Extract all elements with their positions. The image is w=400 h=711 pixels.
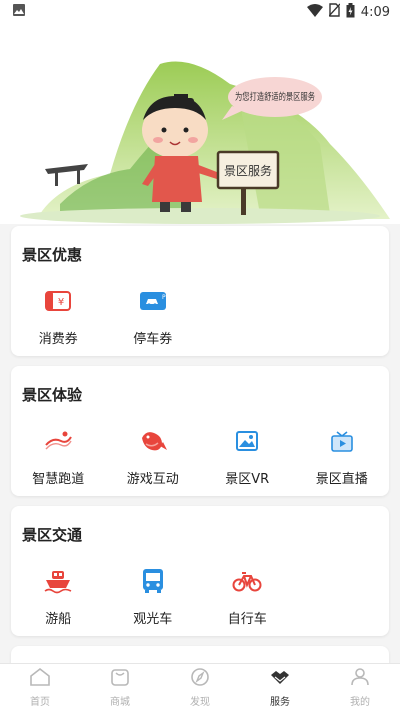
game-koi-icon <box>138 426 168 456</box>
game-interaction-button[interactable]: 游戏互动 <box>106 426 201 487</box>
tab-home[interactable]: 首页 <box>0 664 80 711</box>
svg-text:P: P <box>162 294 166 301</box>
bus-icon <box>138 566 168 596</box>
transport-card: 景区交通 游船 观光车 自行车 <box>11 506 389 636</box>
tile-label: 自行车 <box>227 612 267 627</box>
bicycle-icon <box>232 566 262 596</box>
no-sim-icon <box>328 3 341 21</box>
tab-discover[interactable]: 发现 <box>160 664 240 711</box>
discounts-card: 景区优惠 ¥ 消费券 P 停车券 <box>11 226 389 356</box>
scenic-service-banner: 为您打造舒适的景区服务 景区服务 <box>0 24 400 224</box>
tile-label: 游戏互动 <box>126 472 179 487</box>
compass-icon <box>189 667 211 691</box>
tab-label: 商城 <box>110 697 130 708</box>
tab-shop[interactable]: 商城 <box>80 664 160 711</box>
section-title: 景区优惠 <box>22 246 83 264</box>
running-track-button[interactable]: 智慧跑道 <box>11 426 106 487</box>
tile-label: 智慧跑道 <box>32 472 85 487</box>
tile-label: 景区直播 <box>315 472 368 487</box>
tab-label: 服务 <box>270 697 290 708</box>
scenic-live-button[interactable]: 景区直播 <box>295 426 390 487</box>
experience-card: 景区体验 智慧跑道 游戏互动 景区VR 景区直播 <box>11 366 389 496</box>
tab-service[interactable]: 服务 <box>240 664 320 711</box>
live-tv-icon <box>327 426 357 456</box>
parking-coupon-icon: P <box>138 286 168 316</box>
home-icon <box>29 667 51 691</box>
user-icon <box>349 667 371 691</box>
scenic-vr-button[interactable]: 景区VR <box>200 426 295 487</box>
bicycle-button[interactable]: 自行车 <box>200 566 295 627</box>
shop-bag-icon <box>109 667 131 691</box>
tile-label: 观光车 <box>133 612 173 627</box>
section-title: 景区交通 <box>22 526 83 544</box>
voucher-button[interactable]: ¥ 消费券 <box>11 286 106 347</box>
sightseeing-bus-button[interactable]: 观光车 <box>106 566 201 627</box>
section-title: 景区体验 <box>22 386 83 404</box>
speech-bubble-text: 为您打造舒适的景区服务 <box>235 91 315 103</box>
battery-charging-icon <box>346 2 355 22</box>
tile-label: 停车券 <box>133 332 173 347</box>
boat-button[interactable]: 游船 <box>11 566 106 627</box>
running-track-icon <box>43 426 73 456</box>
boat-icon <box>43 566 73 596</box>
status-bar: 4:09 <box>0 0 400 24</box>
handshake-icon <box>269 667 291 691</box>
voucher-icon: ¥ <box>43 286 73 316</box>
vr-picture-icon <box>232 426 262 456</box>
tab-label: 首页 <box>30 697 50 708</box>
parking-coupon-button[interactable]: P 停车券 <box>106 286 201 347</box>
tab-mine[interactable]: 我的 <box>320 664 400 711</box>
tile-label: 消费券 <box>38 332 78 347</box>
tab-label: 发现 <box>190 697 210 708</box>
wifi-icon <box>306 3 323 21</box>
sign-text: 景区服务 <box>224 163 272 178</box>
bottom-tab-bar: 首页 商城 发现 服务 我的 <box>0 663 400 711</box>
svg-text:¥: ¥ <box>58 297 64 308</box>
tile-label: 游船 <box>45 612 72 627</box>
tab-label: 我的 <box>350 697 370 708</box>
gallery-notification-icon <box>12 3 26 21</box>
tile-label: 景区VR <box>225 472 270 487</box>
status-time: 4:09 <box>360 4 390 20</box>
banner-illustration: 为您打造舒适的景区服务 景区服务 <box>20 61 390 224</box>
